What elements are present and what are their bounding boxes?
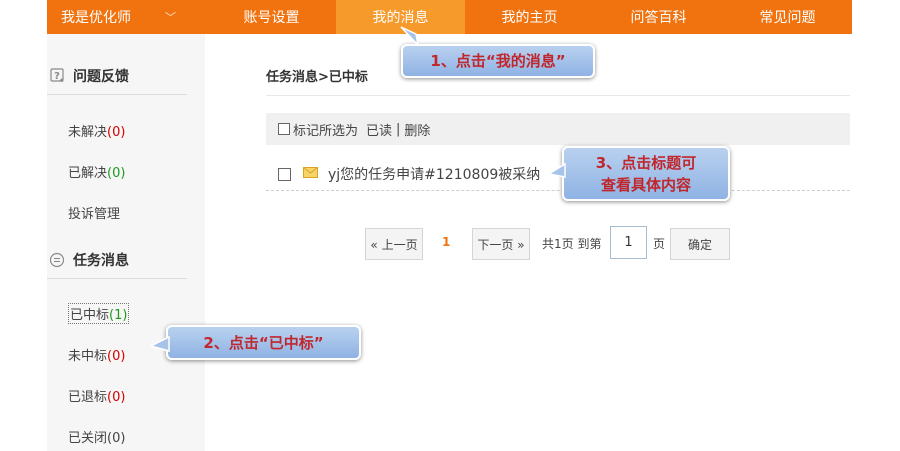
- callout-step3: 3、点击标题可 查看具体内容: [562, 146, 730, 201]
- toolbar-separator: |: [396, 121, 401, 137]
- nav-item-faq[interactable]: 常见问题: [723, 0, 852, 34]
- sidebar-item-count: (0): [107, 431, 126, 446]
- sidebar-item-complaints[interactable]: 投诉管理: [68, 203, 120, 222]
- nav-brand-menu[interactable]: 我是优化师 ﹀: [47, 0, 207, 34]
- nav-item-qa-wiki[interactable]: 问答百科: [594, 0, 723, 34]
- sidebar-item-label: 已关闭: [68, 431, 108, 446]
- callout-step1-pointer: [400, 26, 419, 46]
- callout-step3-text-line2: 查看具体内容: [600, 175, 691, 194]
- sidebar-item-unresolved[interactable]: 未解决(0): [68, 121, 125, 140]
- sidebar-item-count: (1): [109, 308, 128, 323]
- current-page-number[interactable]: 1: [442, 235, 450, 249]
- sidebar-item-count: (0): [107, 390, 126, 405]
- confirm-page-button[interactable]: 确定: [670, 228, 730, 260]
- sidebar-item-count: (0): [107, 166, 126, 181]
- page-summary-text: 共1页 到第: [542, 237, 602, 251]
- callout-step2: 2、点击“已中标”: [166, 325, 361, 360]
- nav-brand-label: 我是优化师: [61, 10, 131, 26]
- sidebar-section-title: 问题反馈: [73, 68, 129, 85]
- chevron-down-icon[interactable]: ﹀: [165, 9, 176, 25]
- sidebar: ? 问题反馈 未解决(0) 已解决(0) 投诉管理 任务消息 已中标(1) 未中…: [47, 34, 205, 451]
- sidebar-item-won-bids[interactable]: 已中标(1): [68, 303, 130, 324]
- svg-text:?: ?: [54, 71, 60, 82]
- message-toolbar: 标记所选为 已读 | 删除: [266, 113, 850, 145]
- mark-selected-label: 标记所选为: [293, 123, 359, 139]
- page-suffix-text: 页: [653, 237, 666, 251]
- sidebar-section-title: 任务消息: [73, 252, 129, 269]
- feedback-question-icon: ?: [49, 68, 65, 84]
- breadcrumb-divider: [266, 95, 850, 96]
- callout-step1: 1、点击“我的消息”: [401, 44, 595, 78]
- callout-step2-text: 2、点击“已中标”: [203, 333, 324, 352]
- select-all-checkbox[interactable]: [278, 123, 290, 135]
- mark-read-link[interactable]: 已读: [366, 120, 392, 139]
- sidebar-item-label: 已中标: [70, 308, 110, 323]
- page-number-input[interactable]: [610, 226, 647, 259]
- callout-step1-text: 1、点击“我的消息”: [430, 52, 566, 70]
- nav-item-account-settings[interactable]: 账号设置: [207, 0, 336, 34]
- prev-page-button[interactable]: « 上一页: [365, 228, 423, 260]
- sidebar-item-label: 未中标: [68, 349, 108, 364]
- sidebar-section-feedback: ? 问题反馈: [47, 57, 187, 95]
- message-checkbox[interactable]: [278, 167, 291, 181]
- sidebar-item-withdrawn-bids[interactable]: 已退标(0): [68, 386, 125, 405]
- callout-step3-pointer: [548, 162, 566, 178]
- delete-link[interactable]: 删除: [404, 120, 430, 139]
- sidebar-item-label: 已解决: [68, 166, 108, 181]
- sidebar-item-resolved[interactable]: 已解决(0): [68, 162, 125, 181]
- sidebar-item-count: (0): [107, 125, 126, 140]
- message-title-link[interactable]: yj您的任务申请#1210809被采纳: [328, 164, 540, 184]
- sidebar-item-label: 已退标: [68, 390, 108, 405]
- sidebar-item-count: (0): [107, 349, 126, 364]
- callout-step2-pointer: [150, 335, 170, 352]
- sidebar-item-closed[interactable]: 已关闭(0): [68, 427, 125, 446]
- next-page-button[interactable]: 下一页 »: [472, 228, 530, 260]
- message-bubble-icon: [49, 252, 65, 268]
- sidebar-item-lost-bids[interactable]: 未中标(0): [68, 345, 125, 364]
- sidebar-item-label: 投诉管理: [68, 207, 121, 222]
- callout-step3-text-line1: 3、点击标题可: [595, 153, 697, 172]
- breadcrumb: 任务消息>已中标: [266, 70, 368, 85]
- sidebar-item-label: 未解决: [68, 125, 108, 140]
- sidebar-section-task: 任务消息: [47, 241, 187, 279]
- envelope-icon: [303, 166, 318, 182]
- nav-item-my-homepage[interactable]: 我的主页: [465, 0, 594, 34]
- top-nav: 我是优化师 ﹀ 账号设置 我的消息 我的主页 问答百科 常见问题: [47, 0, 852, 34]
